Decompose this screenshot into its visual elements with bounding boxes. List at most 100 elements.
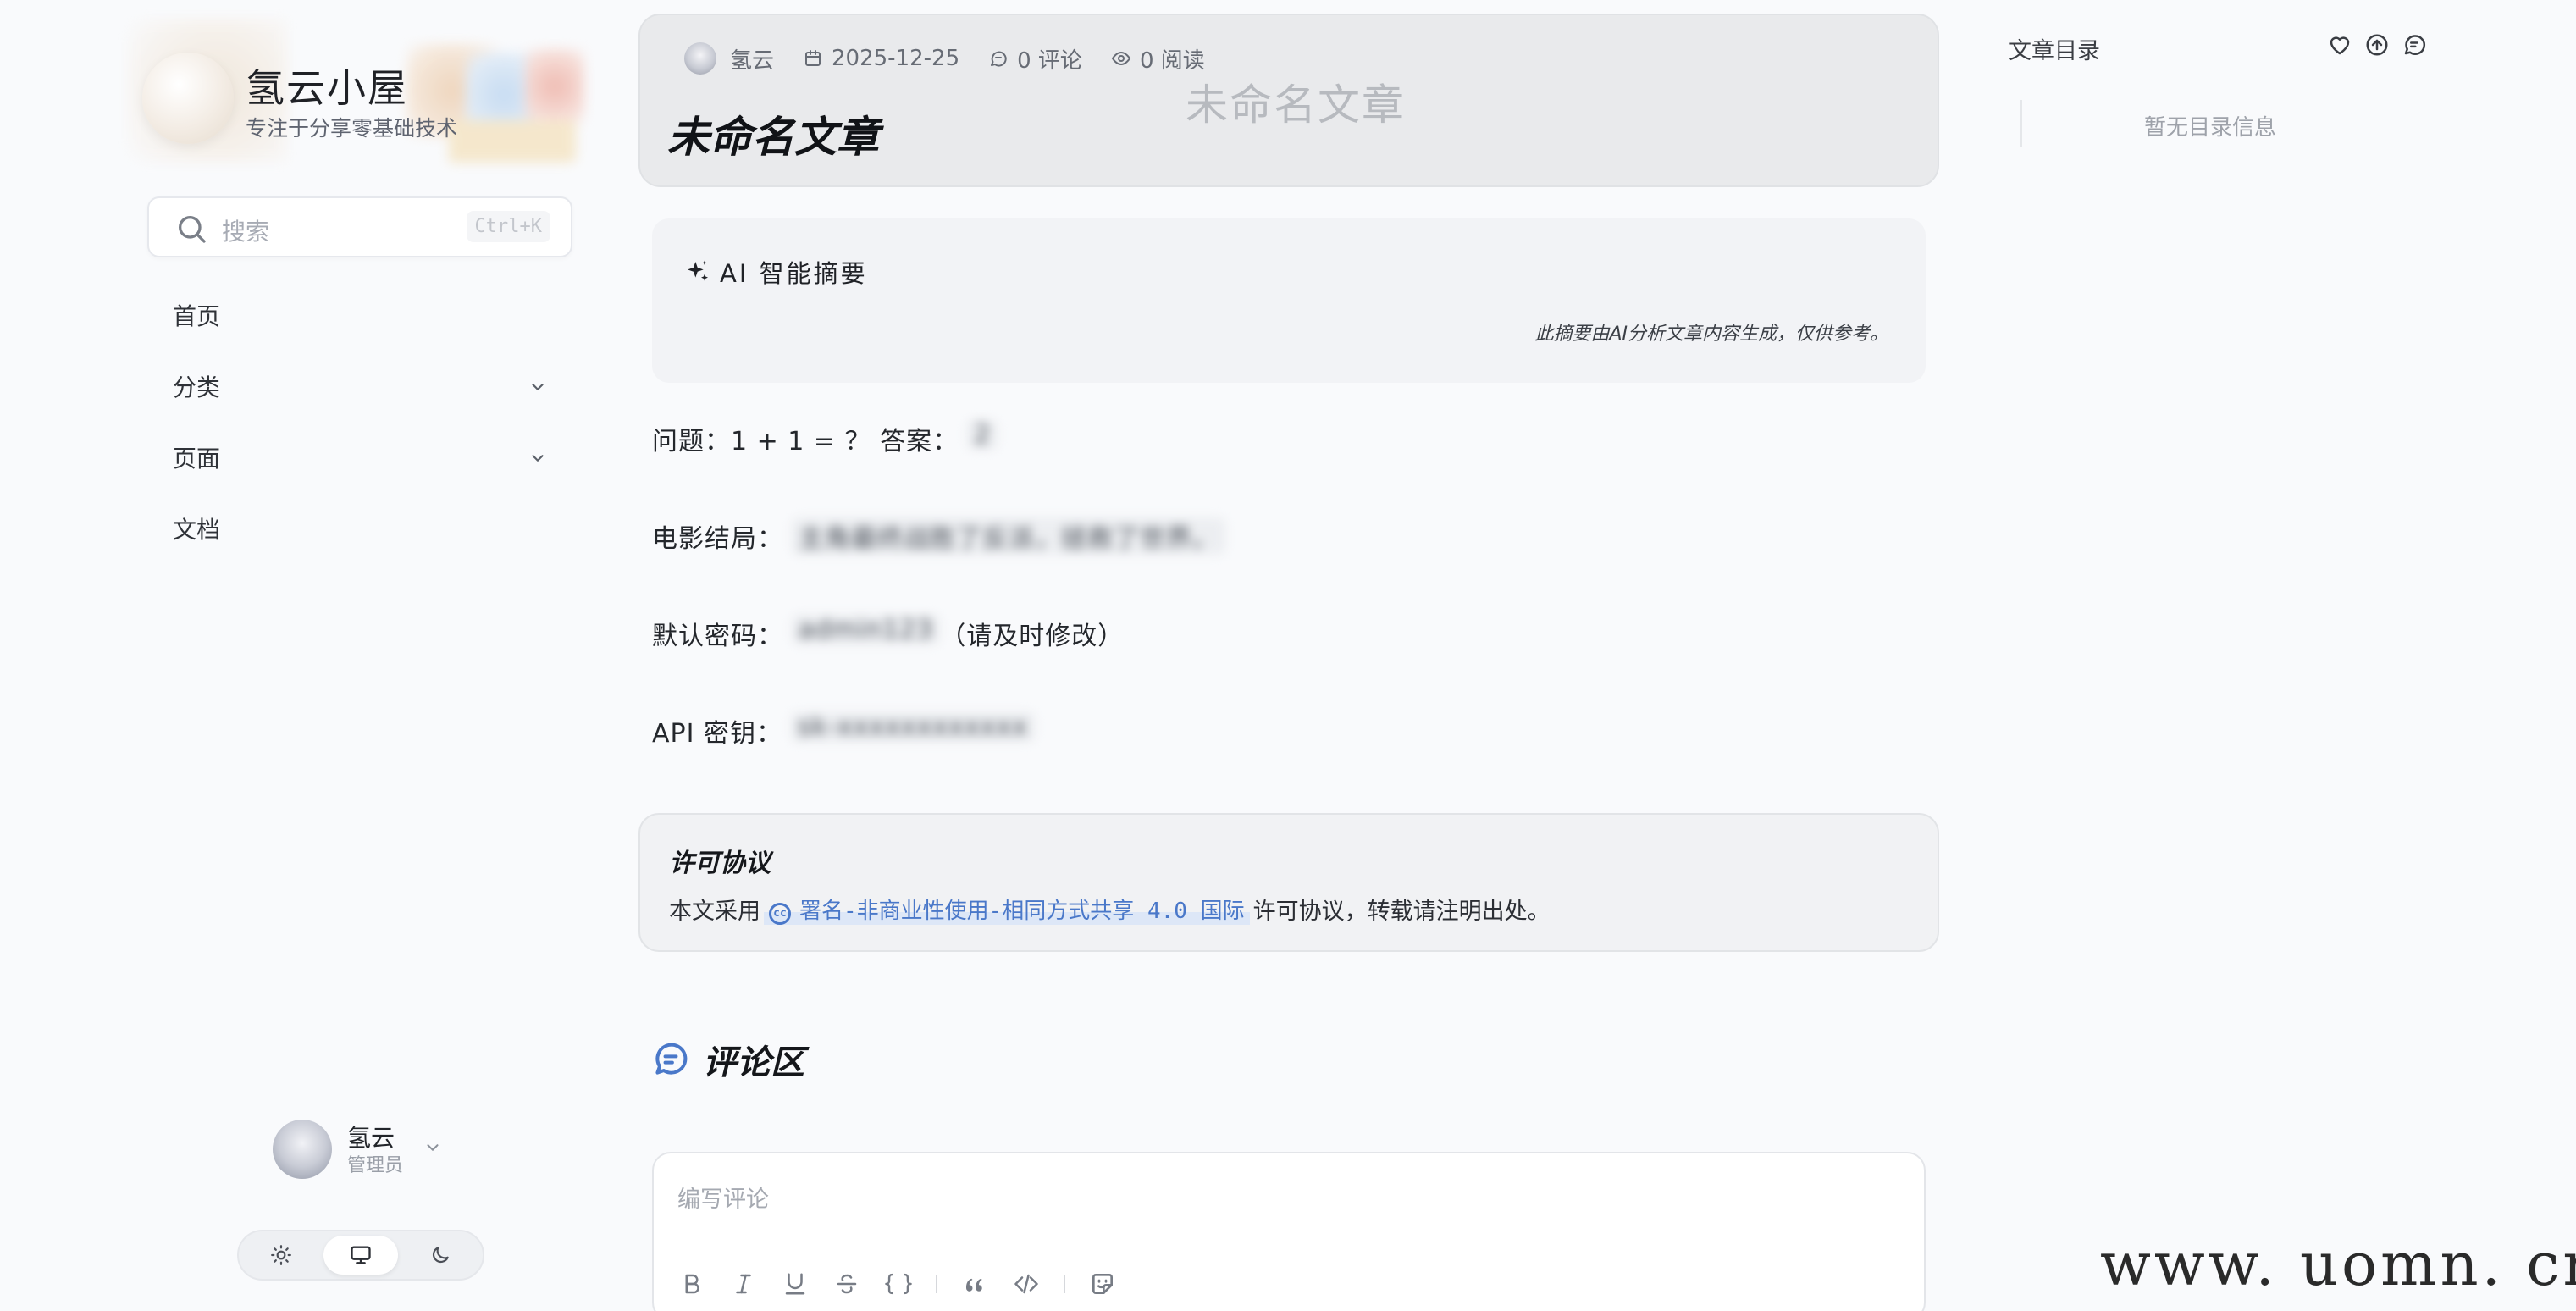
- license-title: 许可协议: [669, 849, 771, 878]
- theme-switcher: [237, 1230, 484, 1281]
- license-box: 许可协议 本文采用 cc 署名-非商业性使用-相同方式共享 4.0 国际 许可协议…: [638, 813, 1939, 952]
- license-text: 本文采用 cc 署名-非商业性使用-相同方式共享 4.0 国际 许可协议，转载请注…: [669, 893, 1551, 926]
- paragraph: API 密钥： sk-xxxxxxxxxxxx: [652, 712, 1926, 810]
- post-actions: [2327, 32, 2439, 58]
- search-input[interactable]: 搜索 Ctrl+K: [147, 196, 572, 257]
- comments-title: 评论区: [703, 1043, 804, 1082]
- sidebar: 氢云小屋 专注于分享零基础技术 搜索 Ctrl+K 首页 分类 页面 文档 氢云…: [0, 0, 593, 1311]
- ai-summary: AI 智能摘要 此摘要由AI分析文章内容生成，仅供参考。: [652, 218, 1926, 383]
- post-author[interactable]: 氢云: [730, 43, 774, 75]
- chevron-down-icon: [532, 384, 544, 390]
- sun-icon: [271, 1245, 291, 1265]
- post-header: 氢云 2025-12-25 0 评论 0 阅读 未命名文章 未命名文章: [638, 14, 1939, 187]
- nav-item-home[interactable]: 首页: [147, 279, 572, 351]
- site-logo[interactable]: [142, 53, 234, 144]
- paragraph-text: 默认密码：: [652, 622, 783, 651]
- post-view-count: 0 阅读: [1139, 47, 1205, 74]
- author-avatar[interactable]: [684, 42, 716, 75]
- comments-heading: 评论区: [652, 1035, 804, 1084]
- nav-item-label: 分类: [173, 373, 221, 401]
- chevron-down-icon: [427, 1144, 439, 1151]
- creative-commons-icon: cc: [769, 903, 791, 925]
- comment-icon: [991, 51, 1007, 67]
- quote-button[interactable]: [960, 1267, 989, 1301]
- bold-icon: [685, 1274, 699, 1294]
- comment-icon: [655, 1043, 688, 1075]
- heart-icon[interactable]: [2327, 32, 2352, 58]
- code-block-button[interactable]: [884, 1267, 913, 1301]
- ai-summary-note: 此摘要由AI分析文章内容生成，仅供参考。: [1534, 324, 1888, 345]
- nav-item-docs[interactable]: 文档: [147, 493, 572, 564]
- spoiler-text[interactable]: 2: [967, 420, 998, 450]
- braces-icon: [885, 1273, 912, 1295]
- inline-code-button[interactable]: [1012, 1267, 1041, 1301]
- comment-editor[interactable]: 编写评论: [652, 1152, 1926, 1311]
- theme-light-button[interactable]: [244, 1236, 318, 1275]
- bold-button[interactable]: [677, 1267, 706, 1301]
- comment-placeholder: 编写评论: [677, 1187, 769, 1213]
- paragraph: 电影结局： 主角最终战胜了反派，拯救了世界。: [652, 517, 1926, 615]
- ai-summary-heading: AI 智能摘要: [684, 254, 868, 290]
- toc-divider: [2020, 100, 2022, 147]
- paragraph: 问题：1 + 1 = ？ 答案： 2: [652, 420, 1926, 517]
- paragraph-text: 问题：1 + 1 = ？ 答案：: [652, 427, 959, 456]
- nav-item-pages[interactable]: 页面: [147, 422, 572, 493]
- quote-icon: [966, 1278, 982, 1292]
- page-title: 未命名文章: [667, 113, 879, 162]
- strikethrough-button[interactable]: [832, 1267, 861, 1301]
- avatar: [273, 1120, 332, 1179]
- paragraph-text: API 密钥：: [652, 719, 782, 749]
- site-title[interactable]: 氢云小屋: [246, 58, 408, 113]
- toc-empty-message: 暂无目录信息: [2144, 115, 2277, 141]
- site-watermark: www. uomn. cn: [2100, 1230, 2576, 1299]
- search-icon: [179, 215, 206, 243]
- ai-summary-title: AI 智能摘要: [720, 259, 868, 288]
- theme-system-button[interactable]: [323, 1236, 398, 1275]
- underline-icon: [785, 1273, 805, 1295]
- code-icon: [1014, 1274, 1038, 1294]
- spoiler-text[interactable]: admin123: [792, 615, 941, 644]
- strikethrough-icon: [837, 1274, 857, 1294]
- theme-dark-button[interactable]: [403, 1236, 478, 1275]
- user-role: 管理员: [347, 1155, 404, 1176]
- license-prefix: 本文采用: [669, 899, 760, 925]
- title-watermark: 未命名文章: [1186, 80, 1406, 130]
- user-name: 氢云: [347, 1124, 395, 1152]
- paragraph-text: （请及时修改）: [940, 622, 1125, 651]
- license-link-label: 署名-非商业性使用-相同方式共享 4.0 国际: [799, 899, 1245, 924]
- underline-button[interactable]: [781, 1267, 810, 1301]
- emoji-icon: [1092, 1274, 1113, 1294]
- license-suffix: 许可协议，转载请注明出处。: [1252, 899, 1551, 925]
- post-content: 问题：1 + 1 = ？ 答案： 2 电影结局： 主角最终战胜了反派，拯救了世界…: [652, 420, 1926, 810]
- nav-item-label: 页面: [173, 445, 221, 473]
- spoiler-text[interactable]: 主角最终战胜了反派，拯救了世界。: [792, 517, 1225, 555]
- paragraph: 默认密码： admin123 （请及时修改）: [652, 615, 1926, 712]
- nav-item-label: 首页: [173, 302, 221, 330]
- comment-toolbar: [677, 1267, 1140, 1301]
- toc-title: 文章目录: [2009, 38, 2100, 64]
- license-link[interactable]: cc 署名-非商业性使用-相同方式共享 4.0 国际: [764, 893, 1250, 925]
- italic-icon: [736, 1274, 751, 1294]
- toolbar-divider: [936, 1275, 937, 1293]
- sparkles-icon: [688, 260, 708, 281]
- italic-button[interactable]: [729, 1267, 758, 1301]
- search-placeholder: 搜索: [222, 218, 270, 246]
- calendar-icon: [805, 50, 821, 66]
- emoji-button[interactable]: [1088, 1267, 1117, 1301]
- arrow-up-circle-icon[interactable]: [2364, 32, 2390, 58]
- post-comment-count[interactable]: 0 评论: [1017, 43, 1082, 75]
- comment-icon[interactable]: [2402, 32, 2427, 58]
- paragraph-text: 电影结局：: [652, 524, 783, 554]
- nav-item-label: 文档: [173, 516, 221, 544]
- main-nav: 首页 分类 页面 文档: [147, 279, 572, 564]
- toolbar-divider: [1064, 1275, 1065, 1293]
- site-subtitle: 专注于分享零基础技术: [246, 116, 458, 141]
- post-meta: 氢云 2025-12-25 0 评论 0 阅读: [684, 42, 1205, 75]
- post-date: 2025-12-25: [832, 46, 960, 71]
- monitor-icon: [351, 1246, 371, 1264]
- search-shortcut-badge: Ctrl+K: [466, 211, 550, 242]
- eye-icon: [1111, 51, 1131, 66]
- nav-item-categories[interactable]: 分类: [147, 351, 572, 422]
- user-menu[interactable]: 氢云 管理员: [273, 1116, 459, 1184]
- spoiler-text[interactable]: sk-xxxxxxxxxxxx: [791, 712, 1035, 742]
